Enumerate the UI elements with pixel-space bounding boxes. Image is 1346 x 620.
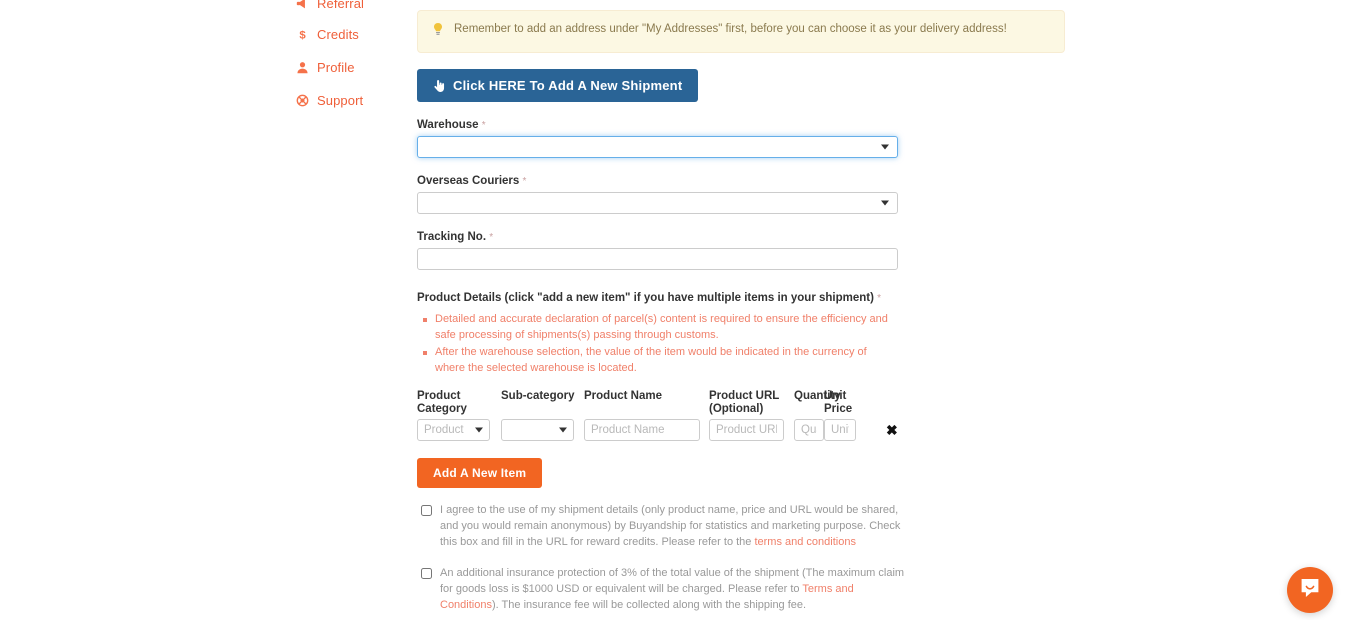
table-row: Product Product Name Product URL Quantit… [417,419,1065,442]
product-details-heading: Product Details (click "add a new item" … [417,292,1065,304]
cell-product-name [584,419,709,442]
cell-sub-category [501,419,584,442]
cell-quantity [794,419,824,442]
agreement-marketing-text: I agree to the use of my shipment detail… [440,503,910,551]
hand-pointer-icon [433,79,446,93]
tracking-no-label: Tracking No. * [417,231,1065,243]
warehouse-select[interactable] [417,136,898,158]
cell-unit-price [824,419,874,442]
agreement-insurance-text: An additional insurance protection of 3%… [440,566,910,614]
sidebar-item-label: Credits [317,27,359,42]
overseas-couriers-label: Overseas Couriers * [417,175,1065,187]
add-a-new-item-button[interactable]: Add A New Item [417,458,543,489]
overseas-couriers-select[interactable] [417,192,898,214]
sidebar-item-credits[interactable]: $ Credits [296,27,359,42]
product-category-select[interactable]: Product [417,419,490,442]
column-header-product-name: Product Name [584,389,662,402]
column-header-unit-price: Unit Price [824,389,853,415]
sidebar-item-label: Referral [317,0,365,11]
warehouse-required-mark: * [481,120,486,131]
product-items-table: Product Category Sub-category Product Na… [417,390,1065,442]
user-icon [296,61,309,74]
dollar-icon: $ [296,28,309,41]
note-item: Detailed and accurate declaration of par… [421,312,891,344]
sub-category-select-wrap [501,419,574,442]
agreement-text-post: ). The insurance fee will be collected a… [491,598,807,611]
column-header-product-url: Product URL (Optional) [709,389,780,415]
address-reminder-alert: Remember to add an address under "My Add… [417,10,1065,53]
intercom-chat-icon [1298,576,1322,605]
column-header-sub-category: Sub-category [501,389,575,402]
shipment-form-page: Referral $ Credits Profile Support Remem… [0,0,1346,620]
warehouse-select-wrap [417,136,898,158]
close-icon[interactable]: ✖ [886,423,898,437]
alert-message: Remember to add an address under "My Add… [454,23,1007,35]
tracking-no-input[interactable] [417,248,898,270]
sidebar-item-referral[interactable]: Referral [296,0,364,11]
tracking-no-required-mark: * [489,232,494,243]
note-item: After the warehouse selection, the value… [421,345,891,377]
overseas-couriers-label-text: Overseas Couriers [417,175,520,187]
sidebar-item-label: Support [317,93,364,108]
column-header-quantity: Quantity [794,389,841,402]
column-header-product-category: Product Category [417,389,467,415]
lifebuoy-icon [296,94,309,107]
product-url-input[interactable] [709,419,784,442]
warehouse-label-text: Warehouse [417,119,479,131]
cell-product-url [709,419,794,442]
overseas-couriers-required-mark: * [522,176,527,187]
product-table-header: Product Category Sub-category Product Na… [417,390,1065,416]
lightbulb-icon [432,22,446,42]
product-category-select-wrap: Product [417,419,490,442]
agreement-insurance: An additional insurance protection of 3%… [417,566,1065,614]
add-new-shipment-button[interactable]: Click HERE To Add A New Shipment [417,69,699,102]
sidebar: Referral $ Credits Profile Support [0,0,400,620]
terms-and-conditions-link[interactable]: terms and conditions [754,536,856,548]
sidebar-item-label: Profile [317,60,355,75]
overseas-couriers-select-wrap [417,192,898,214]
product-name-input[interactable] [584,419,700,442]
sub-category-select[interactable] [501,419,574,442]
agreement-marketing: I agree to the use of my shipment detail… [417,503,1065,551]
svg-text:$: $ [299,30,306,41]
cell-product-category: Product [417,419,501,442]
quantity-input[interactable] [794,419,824,442]
unit-price-input[interactable] [824,419,856,442]
agreement-insurance-checkbox[interactable] [421,568,432,579]
product-details-required-mark: * [877,293,882,304]
megaphone-icon [296,0,309,10]
main-content: Remember to add an address under "My Add… [417,0,1065,620]
intercom-chat-launcher[interactable] [1287,567,1333,613]
add-new-shipment-label: Click HERE To Add A New Shipment [453,78,683,93]
tracking-no-label-text: Tracking No. [417,231,487,243]
sidebar-item-support[interactable]: Support [296,93,363,108]
product-details-heading-text: Product Details (click "add a new item" … [417,292,874,304]
sidebar-item-profile[interactable]: Profile [296,60,355,75]
product-details-notes: Detailed and accurate declaration of par… [421,312,1065,377]
warehouse-label: Warehouse * [417,119,1065,131]
agreement-marketing-checkbox[interactable] [421,505,432,517]
